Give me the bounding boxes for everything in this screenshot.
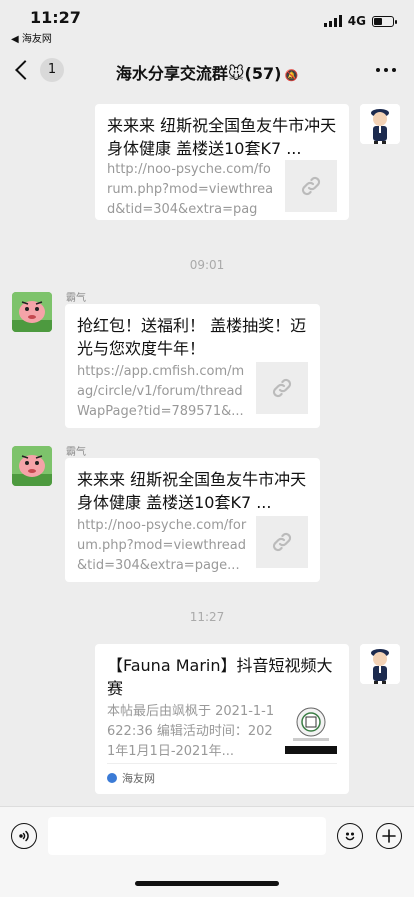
card-title: 【Fauna Marin】抖音短视频大赛 [107,656,333,698]
link-card[interactable]: 抢红包！送福利！ 盖楼抽奖！迈光与您欢度牛年！ https://app.cmfi… [65,304,320,428]
card-title: 来来来 纽斯祝全国鱼友牛市冲天 身体健康 盖楼送10套K7 ... [77,470,307,512]
card-desc: 本帖最后由飒枫于 2021-1-1622:36 编辑活动时间：2021年1月1日… [107,704,275,759]
source-app-icon [107,773,117,783]
network-type: 4G [347,14,366,28]
group-emoji: 🐭 [227,64,245,83]
card-title: 抢红包！送福利！ 盖楼抽奖！迈光与您欢度牛年！ [77,316,307,358]
home-indicator[interactable] [135,881,279,886]
avatar[interactable] [360,104,400,144]
message-input[interactable] [48,817,326,855]
more-button[interactable] [376,68,396,72]
chat-area[interactable]: 来来来 纽斯祝全国鱼友牛市冲天 身体健康 盖楼送10套K7 ... http:/… [0,96,414,806]
status-time: 11:27 [30,8,81,27]
message-timestamp: 09:01 [189,258,225,272]
status-back-app[interactable]: ◀ 海友网 [11,30,52,45]
link-icon [256,362,308,414]
avatar[interactable] [12,292,52,332]
sender-name: 霸气 [66,447,86,458]
avatar[interactable] [360,644,400,684]
plus-icon[interactable] [376,823,402,849]
source-name: 海友网 [122,772,155,785]
voice-icon[interactable] [11,823,37,849]
qr-code-icon [285,702,337,754]
link-card[interactable]: 来来来 纽斯祝全国鱼友牛市冲天 身体健康 盖楼送10套K7 ... http:/… [65,458,320,582]
message-timestamp: 11:27 [189,610,225,624]
emoji-icon[interactable] [337,823,363,849]
avatar[interactable] [12,446,52,486]
card-source: 海友网 [107,763,337,786]
nav-bar: 1 海水分享交流群🐭(57) 🔕 [0,44,414,96]
card-desc: http://noo-psyche.com/forum.php?mod=view… [107,162,274,217]
battery-icon [372,15,397,27]
link-icon [256,516,308,568]
group-name: 海水分享交流群 [115,64,228,83]
chat-title[interactable]: 海水分享交流群🐭(57) 🔕 [0,60,414,84]
sender-name: 霸气 [66,293,86,304]
mini-program-card[interactable]: 【Fauna Marin】抖音短视频大赛 本帖最后由飒枫于 2021-1-162… [95,644,349,794]
signal-icon [323,15,342,27]
status-bar: 11:27 ◀ 海友网 4G [0,0,414,45]
member-count: (57) [244,64,282,83]
link-icon [285,160,337,212]
battery-fill [374,17,382,25]
card-desc: http://noo-psyche.com/forum.php?mod=view… [77,518,247,573]
status-right: 4G [323,14,397,28]
card-title: 来来来 纽斯祝全国鱼友牛市冲天 身体健康 盖楼送10套K7 ... [107,116,337,158]
link-card[interactable]: 来来来 纽斯祝全国鱼友牛市冲天 身体健康 盖楼送10套K7 ... http:/… [95,104,349,220]
bell-muted-icon: 🔕 [284,69,299,82]
card-desc: https://app.cmfish.com/mag/circle/v1/for… [77,364,245,419]
